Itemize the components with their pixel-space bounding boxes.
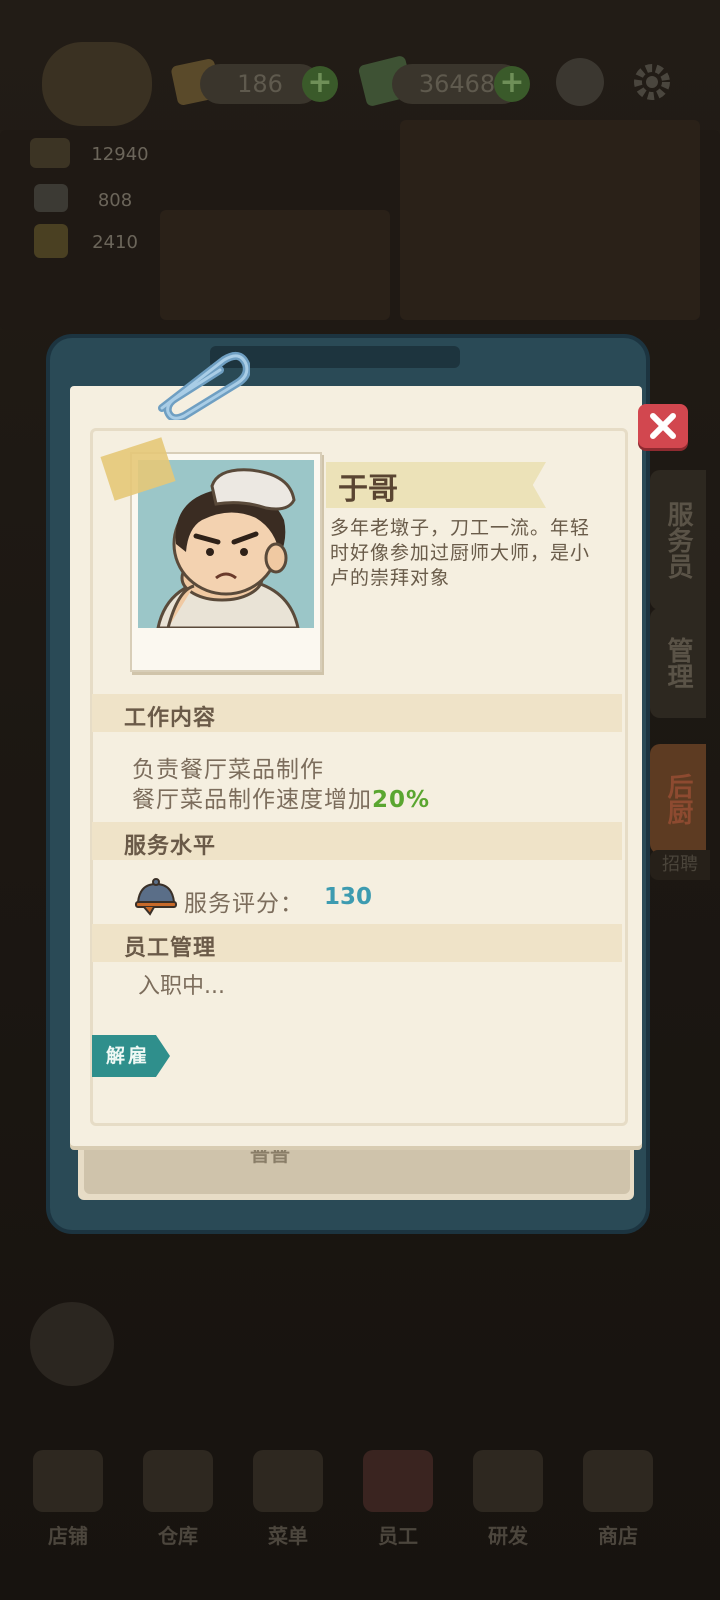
nav-label: 仓库	[158, 1524, 198, 1548]
nav-shop-front[interactable]: 店铺	[18, 1450, 118, 1560]
service-rating-label: 服务评分：	[184, 891, 304, 917]
nav-staff[interactable]: 员工	[348, 1450, 448, 1560]
stat-3: 2410	[92, 232, 138, 253]
staff-bio: 多年老墩子，刀工一流。年轻时好像参加过厨师大师，是小卢的崇拜对象	[330, 517, 591, 589]
nav-label: 店铺	[48, 1524, 88, 1548]
counter	[400, 120, 700, 320]
currency2-value: 36468	[418, 70, 496, 98]
tab-kitchen-label: 后厨	[663, 773, 693, 825]
service-section-title: 服务水平	[124, 834, 217, 859]
close-icon	[650, 413, 676, 439]
hall-button[interactable]	[30, 1302, 114, 1386]
staff-section-title: 员工管理	[124, 936, 217, 961]
nav-label: 员工	[378, 1524, 418, 1548]
work-description-2: 餐厅菜品制作速度增加20%	[132, 780, 430, 814]
paperclip-icon	[158, 351, 250, 420]
dish-stat-icon	[34, 184, 68, 212]
tab-waiter-label: 服务员	[663, 501, 693, 579]
work-section-title: 工作内容	[124, 706, 217, 731]
tab-recruit[interactable]: 招聘	[650, 850, 710, 880]
service-rating-value: 130	[324, 884, 373, 910]
bag-stat-icon	[34, 224, 68, 258]
coin-stat-icon	[30, 138, 70, 168]
nav-research[interactable]: 研发	[458, 1450, 558, 1560]
speed-bonus-value: 20%	[372, 787, 431, 813]
tab-management[interactable]: 管理	[650, 608, 706, 718]
restaurant-badge[interactable]	[42, 42, 152, 126]
work-description-2-text: 餐厅菜品制作速度增加	[132, 787, 372, 813]
currency1-add-button[interactable]: +	[302, 66, 338, 102]
close-button[interactable]	[638, 404, 688, 448]
nav-label: 商店	[598, 1524, 638, 1548]
tab-waiter[interactable]: 服务员	[650, 470, 706, 610]
chef-avatar-icon	[138, 460, 314, 628]
fire-button[interactable]: 解雇	[92, 1035, 170, 1077]
stat-2: 808	[97, 190, 133, 211]
staff-icon	[363, 1450, 433, 1512]
nav-store[interactable]: 商店	[568, 1450, 668, 1560]
currency1-value: 186	[237, 70, 283, 98]
nav-label: 菜单	[268, 1524, 308, 1548]
shelf	[160, 210, 390, 320]
nav-label: 研发	[488, 1524, 528, 1548]
staff-name: 于哥	[338, 472, 398, 507]
tab-management-label: 管理	[663, 637, 693, 689]
work-description-1: 负责餐厅菜品制作	[132, 757, 324, 783]
tab-recruit-label: 招聘	[662, 854, 698, 875]
gear-icon[interactable]	[628, 58, 676, 106]
currency2-add-button[interactable]: +	[494, 66, 530, 102]
box-icon	[143, 1450, 213, 1512]
pot-icon	[473, 1450, 543, 1512]
menu-icon	[253, 1450, 323, 1512]
chef-portrait	[138, 460, 314, 628]
tab-kitchen[interactable]: 后厨	[650, 744, 706, 854]
nav-menu[interactable]: 菜单	[238, 1450, 338, 1560]
store-icon	[583, 1450, 653, 1512]
cloche-icon	[135, 878, 177, 916]
camera-icon[interactable]	[556, 58, 604, 106]
storefront-icon	[33, 1450, 103, 1512]
stat-1: 12940	[91, 144, 149, 165]
nav-warehouse[interactable]: 仓库	[128, 1450, 228, 1560]
employment-status: 入职中...	[138, 974, 225, 999]
